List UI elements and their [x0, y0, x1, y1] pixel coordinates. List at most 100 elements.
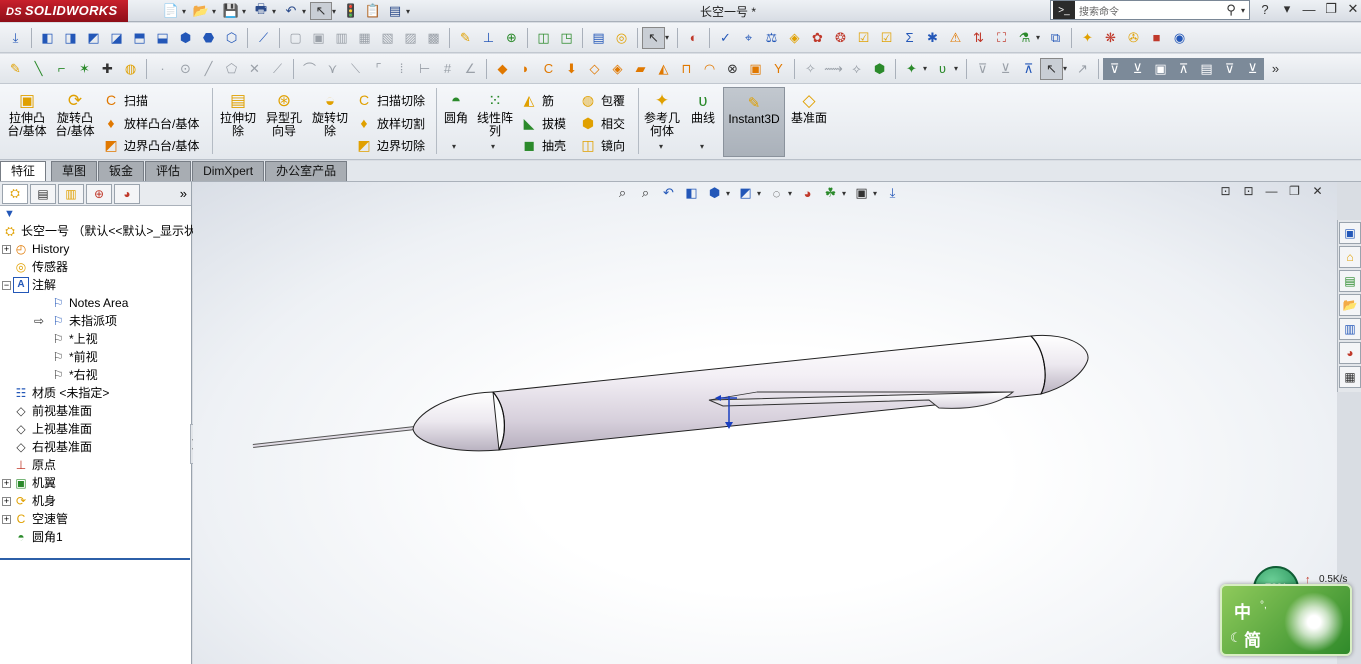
- save-icon[interactable]: 💾: [220, 2, 242, 20]
- tree-item-notes-area[interactable]: ⚐ Notes Area: [0, 294, 191, 312]
- boundary-boss-button[interactable]: ◩ 边界凸台/基体: [101, 135, 199, 155]
- dimxpert-manager-tab-icon[interactable]: ⊕: [86, 183, 112, 204]
- insert-component-icon[interactable]: ⊕: [500, 27, 523, 49]
- property-manager-tab-icon[interactable]: ▤: [30, 183, 56, 204]
- options-icon[interactable]: ▤: [384, 2, 406, 20]
- extend-icon[interactable]: ⟋: [266, 58, 289, 80]
- mirror-button[interactable]: ◫ 镜向: [578, 135, 625, 155]
- back-view-icon[interactable]: ◨: [59, 27, 82, 49]
- tree-item-wing[interactable]: + ▣ 机翼: [0, 474, 191, 492]
- note-icon[interactable]: ▤: [587, 27, 610, 49]
- trimetric-view-icon[interactable]: ⬣: [197, 27, 220, 49]
- tab-office-products[interactable]: 办公室产品: [265, 161, 348, 181]
- extruded-cut-button[interactable]: ▤ 拉伸切 除: [218, 90, 258, 138]
- search-icon[interactable]: ⚲: [1221, 2, 1241, 18]
- tree-item-top-plane[interactable]: ◇ 上视基准面: [0, 420, 191, 438]
- wrap-button[interactable]: ◍ 包覆: [578, 90, 625, 110]
- view-palette-icon[interactable]: ▥: [1339, 318, 1361, 340]
- four-view-icon[interactable]: ▦: [353, 27, 376, 49]
- filter-faces-icon[interactable]: ⊽: [971, 58, 994, 80]
- sketch-point-icon[interactable]: ·: [151, 58, 174, 80]
- thickness-analysis-icon[interactable]: ⇅: [967, 27, 990, 49]
- aircraft-model[interactable]: [193, 182, 1337, 664]
- balloon-icon[interactable]: ◎: [610, 27, 633, 49]
- tools-dropdown-icon[interactable]: ▾: [1036, 33, 1044, 42]
- relations-icon[interactable]: ⊥: [477, 27, 500, 49]
- tree-item-right-view[interactable]: ⚐ *右视: [0, 366, 191, 384]
- hole-wizard-button[interactable]: ⊛ 异型孔 向导: [262, 90, 306, 138]
- check-sketch-icon[interactable]: ☑: [852, 27, 875, 49]
- tree-item-right-plane[interactable]: ◇ 右视基准面: [0, 438, 191, 456]
- extruded-boss-small-icon[interactable]: ◆: [491, 58, 514, 80]
- check-feature-icon[interactable]: ☑: [875, 27, 898, 49]
- two-view-vertical-icon[interactable]: ▥: [330, 27, 353, 49]
- line-icon[interactable]: ╲: [27, 58, 50, 80]
- tree-item-front-view[interactable]: ⚐ *前视: [0, 348, 191, 366]
- tree-item-fuselage[interactable]: + ⟳ 机身: [0, 492, 191, 510]
- collapse-icon[interactable]: −: [2, 280, 11, 290]
- sketch-icon[interactable]: ✎: [4, 58, 27, 80]
- minimize-icon[interactable]: —: [1298, 2, 1320, 17]
- dome-small-icon[interactable]: ◠: [698, 58, 721, 80]
- linear-pattern-button[interactable]: ⁙ 线性阵 列: [474, 90, 516, 138]
- rib-small-icon[interactable]: ⊓: [675, 58, 698, 80]
- top-view-icon[interactable]: ⬒: [128, 27, 151, 49]
- angle-icon[interactable]: ∠: [459, 58, 482, 80]
- plane-button[interactable]: ◇ 基准面: [788, 90, 830, 125]
- print-dropdown-icon[interactable]: ▾: [272, 7, 280, 16]
- two-view-horizontal-icon[interactable]: ▣: [307, 27, 330, 49]
- smart-dimension-icon[interactable]: ✎: [454, 27, 477, 49]
- undo-icon[interactable]: ↶: [280, 2, 302, 20]
- spelling-icon[interactable]: ✓: [714, 27, 737, 49]
- tree-item-front-plane[interactable]: ◇ 前视基准面: [0, 402, 191, 420]
- intersect-small-icon[interactable]: ⬢: [868, 58, 891, 80]
- toggle-filter-6-icon[interactable]: ⊽: [1218, 57, 1241, 80]
- search-commands-box[interactable]: >_ 搜索命令 ⚲ ▾: [1050, 0, 1250, 20]
- lofted-boss-small-icon[interactable]: ⬇: [560, 58, 583, 80]
- toggle-filter-7-icon[interactable]: ⊻: [1241, 57, 1264, 80]
- equations-icon[interactable]: Σ: [898, 27, 921, 49]
- view-orientation-icon[interactable]: ▩: [422, 27, 445, 49]
- file-properties-icon[interactable]: 📋: [362, 2, 384, 20]
- toggle-filter-2-icon[interactable]: ⊻: [1126, 57, 1149, 80]
- 3dcontent-central-icon[interactable]: ✦: [1076, 27, 1099, 49]
- point-icon[interactable]: ✶: [73, 58, 96, 80]
- curves-dropdown-icon[interactable]: ▾: [700, 142, 704, 151]
- view-selector-icon[interactable]: ⟋: [252, 27, 275, 49]
- draft-button[interactable]: ◣ 拔模: [519, 113, 566, 133]
- configuration-manager-tab-icon[interactable]: ▥: [58, 183, 84, 204]
- photoview-icon[interactable]: ◉: [1168, 27, 1191, 49]
- curve-small-icon[interactable]: ʋ: [931, 58, 954, 80]
- feature-filter[interactable]: ▼: [0, 206, 191, 222]
- nose-cone[interactable]: [412, 391, 500, 452]
- home-icon[interactable]: ⌂: [1339, 246, 1361, 268]
- expand-tabs-icon[interactable]: »: [180, 186, 187, 201]
- search-dropdown-icon[interactable]: ▾: [1241, 6, 1249, 15]
- shell-small-icon[interactable]: ▰: [629, 58, 652, 80]
- rebuild-traffic-light-icon[interactable]: 🚦: [340, 2, 362, 20]
- tree-root[interactable]: ⛭ 长空一号 （默认<<默认>_显示状: [0, 222, 196, 240]
- custom-properties-icon[interactable]: ▦: [1339, 366, 1361, 388]
- boundary-cut-button[interactable]: ◩ 边界切除: [354, 135, 425, 155]
- ime-chinese-mode[interactable]: 中: [1234, 598, 1251, 623]
- import-diagnostics-icon[interactable]: ✱: [921, 27, 944, 49]
- revolved-boss-button[interactable]: ⟳ 旋转凸 台/基体: [54, 90, 96, 138]
- tree-item-pitot-tube[interactable]: + C 空速管: [0, 510, 191, 528]
- display-views-icon[interactable]: ▨: [399, 27, 422, 49]
- select-dropdown-icon[interactable]: ▾: [332, 7, 340, 16]
- curve-dropdown-icon[interactable]: ▾: [954, 64, 962, 73]
- graphics-area[interactable]: ⌕ ⌕ ↶ ◧ ⬢ ▾ ◩ ▾ ◌ ▾ ◕ ☘ ▾ ▣ ▾ ⤓ ⊡ ⊡ — ❐ …: [193, 182, 1337, 664]
- cosmetic-thread-icon[interactable]: ✧: [799, 58, 822, 80]
- instant3d-button[interactable]: ✎ Instant3D: [723, 87, 785, 157]
- pitot-tube[interactable]: [252, 426, 416, 448]
- solidworks-resources-icon[interactable]: ▣: [1339, 222, 1361, 244]
- appearance-icon[interactable]: ◐: [682, 27, 705, 49]
- fillet-small-icon[interactable]: ◇: [583, 58, 606, 80]
- design-library-pane-icon[interactable]: ▤: [1339, 270, 1361, 292]
- ime-simplified-mode[interactable]: 简: [1244, 626, 1261, 651]
- select-tool-dropdown-icon[interactable]: ▾: [665, 33, 673, 42]
- tree-item-origin[interactable]: ⊥ 原点: [0, 456, 191, 474]
- combine-icon[interactable]: ▣: [744, 58, 767, 80]
- measure-icon[interactable]: ⌖: [737, 27, 760, 49]
- print-icon[interactable]: 🖶: [250, 1, 272, 20]
